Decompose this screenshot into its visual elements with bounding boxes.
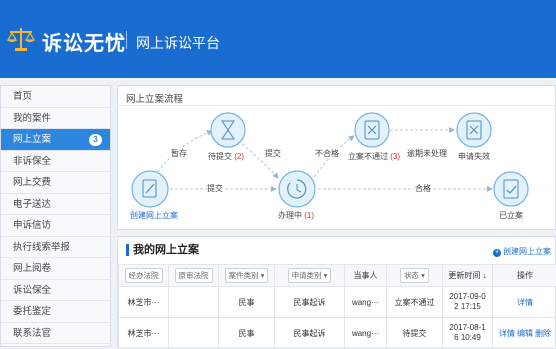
- node-count: (2): [234, 152, 244, 161]
- platform-subtitle: 网上诉讼平台: [136, 33, 220, 53]
- col-actions: 操作: [493, 265, 556, 287]
- filter-court[interactable]: 经办法院: [125, 268, 163, 283]
- filings-table: 经办法院 原审法院 案件类别 申请类别 当事人 状态 更新时间 ↓ 操作 林芝市…: [118, 264, 556, 349]
- edge-label-qualified: 合格: [414, 183, 432, 194]
- cell-updated: 2017-09-02 17:15: [443, 287, 493, 318]
- cell-court: 林芝市···: [119, 318, 169, 349]
- cell-actions: 详情编辑删除: [493, 318, 556, 349]
- x-document-icon: [457, 113, 491, 147]
- sidebar-item-label: 网上交费: [13, 177, 51, 188]
- sidebar-item-label: 电子送达: [13, 199, 51, 210]
- sidebar-item-appraisal[interactable]: 委托鉴定: [1, 301, 110, 323]
- node-count: (1): [304, 211, 314, 220]
- sort-updated-time[interactable]: 更新时间 ↓: [443, 265, 493, 287]
- cell-date: 2017-08-1: [443, 323, 492, 333]
- sidebar-item-online-file-review[interactable]: 网上阅卷: [1, 258, 110, 280]
- flow-node-processing[interactable]: 办理中 (1): [278, 210, 314, 221]
- cell-party: wang···: [345, 318, 387, 349]
- sidebar-item-non-litigation-preservation[interactable]: 非诉保全: [1, 151, 110, 173]
- clock-refresh-icon: [279, 171, 315, 207]
- cell-date: 2017-09-0: [443, 292, 492, 302]
- filing-flow-panel: 网上立案流程: [117, 85, 556, 230]
- app-header: 诉讼无忧 网上诉讼平台: [0, 0, 556, 78]
- my-filings-panel: 我的网上立案 +创建网上立案 经办法院 原审法院 案件类别 申请类别 当事人 状…: [117, 236, 556, 347]
- cell-time: 2 17:15: [443, 302, 492, 312]
- filter-trial-court[interactable]: 原审法院: [175, 268, 213, 283]
- sidebar-item-online-payment[interactable]: 网上交费: [1, 172, 110, 194]
- delete-link[interactable]: 删除: [535, 329, 551, 338]
- sidebar-item-label: 执行线索举报: [13, 242, 70, 253]
- cell-case-type: 民事: [219, 287, 275, 318]
- x-document-icon: [355, 113, 389, 147]
- cell-updated: 2017-08-16 10:49: [443, 318, 493, 349]
- sidebar-item-contact-judge[interactable]: 联系法官: [1, 323, 110, 345]
- cell-apply-type: 民事起诉: [275, 287, 345, 318]
- node-label-text: 办理中: [278, 211, 302, 220]
- cell-apply-type: 民事起诉: [275, 318, 345, 349]
- sidebar-item-label: 首页: [13, 91, 32, 102]
- sidebar-nav: 首页 我的案件 网上立案 3 非诉保全 网上交费 电子送达 申诉信访 执行线索举报…: [0, 85, 111, 347]
- edit-link[interactable]: 编辑: [517, 329, 533, 338]
- col-party: 当事人: [345, 265, 387, 287]
- details-link[interactable]: 详情: [517, 298, 533, 307]
- cell-status: 待提交: [387, 318, 443, 349]
- sidebar-item-e-service[interactable]: 电子送达: [1, 194, 110, 216]
- create-filing-link[interactable]: +创建网上立案: [493, 246, 551, 257]
- check-document-icon: [494, 172, 528, 206]
- edge-label-submit: 提交: [264, 148, 282, 159]
- sidebar-item-petitions[interactable]: 申诉信访: [1, 215, 110, 237]
- cell-actions: 详情: [493, 287, 556, 318]
- edge-label-unqualified: 不合格: [314, 148, 340, 159]
- cell-court: 林芝市···: [119, 287, 169, 318]
- sidebar-item-label: 委托鉴定: [13, 306, 51, 317]
- sidebar-item-label: 非诉保全: [13, 156, 51, 167]
- sidebar-item-label: 申诉信访: [13, 220, 51, 231]
- count-badge: 3: [89, 134, 102, 146]
- plus-circle-icon: +: [493, 249, 501, 257]
- sidebar-item-litigation-preservation[interactable]: 诉讼保全: [1, 280, 110, 302]
- scales-of-justice-icon: [6, 26, 36, 52]
- details-link[interactable]: 详情: [499, 329, 515, 338]
- table-row: 林芝市··· 民事 民事起诉 wang··· 待提交 2017-08-16 10…: [119, 318, 556, 349]
- flow-node-create[interactable]: 创建网上立案: [130, 210, 178, 221]
- filter-case-type[interactable]: 案件类别: [225, 268, 269, 283]
- cell-trial-court: [169, 287, 219, 318]
- table-header-row: 经办法院 原审法院 案件类别 申请类别 当事人 状态 更新时间 ↓ 操作: [119, 265, 556, 287]
- filter-status[interactable]: 状态: [400, 268, 429, 283]
- node-count: (3): [390, 152, 400, 161]
- cell-party: wang···: [345, 287, 387, 318]
- node-label-text: 待提交: [208, 152, 232, 161]
- brand-divider: [126, 31, 127, 49]
- sidebar-item-enforcement-clues[interactable]: 执行线索举报: [1, 237, 110, 259]
- flow-node-filed[interactable]: 已立案: [499, 210, 523, 221]
- cell-case-type: 民事: [219, 318, 275, 349]
- flow-node-failed[interactable]: 申请失效: [458, 151, 490, 162]
- hourglass-icon: [211, 113, 245, 147]
- filter-apply-type[interactable]: 申请类别: [288, 268, 332, 283]
- flow-node-pending[interactable]: 待提交 (2): [208, 151, 244, 162]
- node-label-text: 立案不通过: [348, 152, 388, 161]
- brand-name: 诉讼无忧: [42, 27, 126, 56]
- edge-label-submit: 提交: [206, 183, 224, 194]
- edge-label-save: 暂存: [170, 148, 188, 159]
- cell-status: 立案不通过: [387, 287, 443, 318]
- sidebar-item-online-filing[interactable]: 网上立案 3: [1, 129, 110, 151]
- sidebar-item-label: 网上阅卷: [13, 263, 51, 274]
- edge-label-overdue: 逾期未处理: [406, 148, 448, 159]
- pencil-document-icon: [132, 171, 168, 207]
- cell-time: 6 10:49: [443, 333, 492, 343]
- sidebar-item-my-cases[interactable]: 我的案件: [1, 108, 110, 130]
- table-row: 林芝市··· 民事 民事起诉 wang··· 立案不通过 2017-09-02 …: [119, 287, 556, 318]
- sidebar-item-label: 网上立案: [13, 134, 51, 145]
- sidebar-item-home[interactable]: 首页: [1, 86, 110, 108]
- flow-node-rejected[interactable]: 立案不通过 (3): [348, 151, 400, 162]
- sidebar-item-label: 诉讼保全: [13, 285, 51, 296]
- sidebar-item-label: 联系法官: [13, 328, 51, 339]
- cell-trial-court: [169, 318, 219, 349]
- create-filing-label: 创建网上立案: [503, 247, 551, 256]
- list-title: 我的网上立案: [126, 244, 199, 256]
- sidebar-item-label: 我的案件: [13, 113, 51, 124]
